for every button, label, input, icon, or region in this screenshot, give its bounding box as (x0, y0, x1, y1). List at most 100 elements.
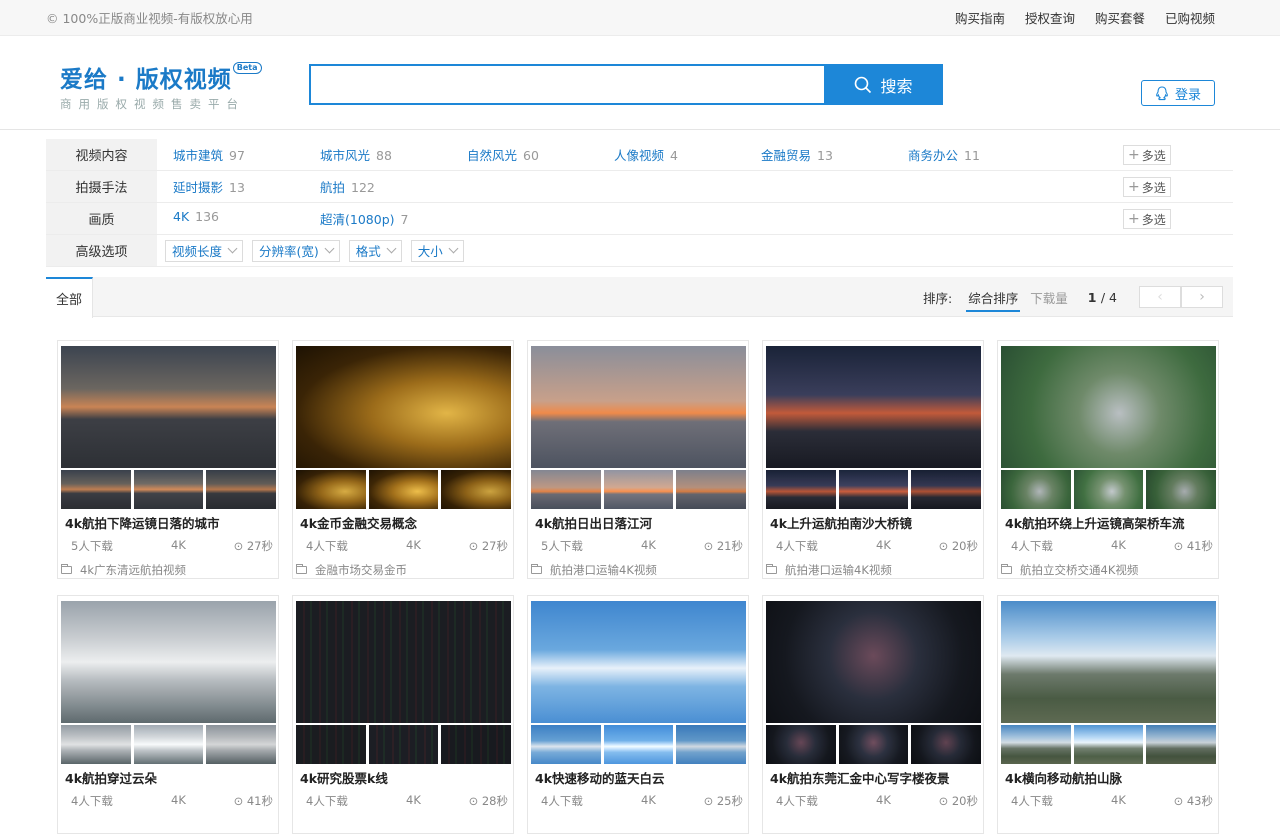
buy-package-link[interactable]: 购买套餐 (1095, 8, 1145, 27)
preview-frame[interactable] (1073, 725, 1144, 764)
sort-comprehensive[interactable]: 综合排序 (966, 282, 1021, 312)
filter-option[interactable]: 超清(1080p) 7 (304, 209, 451, 228)
preview-frame[interactable] (766, 470, 836, 509)
login-button[interactable]: 登录 (1141, 80, 1215, 106)
preview-frame[interactable] (1001, 470, 1071, 509)
preview-frame[interactable] (441, 725, 512, 764)
preview-frame[interactable] (368, 725, 439, 764)
video-title[interactable]: 4k航拍下降运镜日落的城市 (65, 513, 220, 532)
preview-frame[interactable] (676, 470, 747, 509)
video-card[interactable]: 4k航拍东莞汇金中心写字楼夜景 4人下载 4K ⊙ 20秒 (762, 595, 984, 834)
purchased-videos-link[interactable]: 已购视频 (1165, 8, 1215, 27)
size-dropdown[interactable]: 大小 (410, 239, 464, 262)
preview-frame[interactable] (1001, 725, 1071, 764)
video-card[interactable]: 4k上升运航拍南沙大桥镜 4人下载 4K ⊙ 20秒 航拍港口运输4K视频 (762, 340, 984, 579)
preview-frame[interactable] (368, 470, 439, 509)
resolution-dropdown[interactable]: 分辨率(宽) (252, 239, 340, 262)
video-card[interactable]: 4k航拍下降运镜日落的城市 5人下载 4K ⊙ 27秒 4k广东清远航拍视频 (57, 340, 279, 579)
preview-frame[interactable] (133, 470, 204, 509)
preview-frame[interactable] (441, 470, 512, 509)
preview-frame[interactable] (61, 470, 131, 509)
multi-select-button[interactable]: + 多选 (1123, 177, 1171, 197)
preview-frame[interactable] (911, 470, 982, 509)
video-card[interactable]: 4k航拍穿过云朵 4人下载 4K ⊙ 41秒 (57, 595, 279, 834)
preview-frame[interactable] (1073, 470, 1144, 509)
next-page-button[interactable]: › (1181, 286, 1223, 308)
license-query-link[interactable]: 授权查询 (1025, 8, 1075, 27)
quality-label: 4K (641, 538, 656, 552)
tab-all[interactable]: 全部 (46, 277, 93, 318)
preview-frame[interactable] (838, 725, 909, 764)
preview-frame[interactable] (206, 470, 277, 509)
video-card[interactable]: 4k横向移动航拍山脉 4人下载 4K ⊙ 43秒 (997, 595, 1219, 834)
preview-frame[interactable] (603, 470, 674, 509)
filter-option[interactable]: 4K 136 (157, 209, 304, 228)
video-preview[interactable] (61, 601, 276, 723)
video-category[interactable]: 航拍港口运输4K视频 (531, 562, 657, 578)
video-category[interactable]: 航拍港口运输4K视频 (766, 562, 892, 578)
buy-guide-link[interactable]: 购买指南 (955, 8, 1005, 27)
video-preview[interactable] (531, 601, 746, 723)
video-category[interactable]: 4k广东清远航拍视频 (61, 562, 186, 578)
search-input[interactable] (309, 64, 824, 105)
video-card[interactable]: 4k航拍环绕上升运镜高架桥车流 4人下载 4K ⊙ 41秒 航拍立交桥交通4K视… (997, 340, 1219, 579)
filter-option[interactable]: 航拍 122 (304, 177, 451, 196)
video-card[interactable]: 4k快速移动的蓝天白云 4人下载 4K ⊙ 25秒 (527, 595, 749, 834)
video-title[interactable]: 4k横向移动航拍山脉 (1005, 768, 1122, 787)
prev-page-button[interactable]: ‹ (1139, 286, 1181, 308)
preview-frame[interactable] (531, 725, 601, 764)
filter-option[interactable]: 商务办公 11 (892, 145, 1039, 164)
video-preview[interactable] (766, 601, 981, 723)
video-card[interactable]: 4k研究股票k线 4人下载 4K ⊙ 28秒 (292, 595, 514, 834)
video-preview[interactable] (61, 346, 276, 468)
filter-option[interactable]: 城市建筑 97 (157, 145, 304, 164)
preview-frame[interactable] (206, 725, 277, 764)
video-preview[interactable] (296, 601, 511, 723)
multi-select-button[interactable]: + 多选 (1123, 209, 1171, 229)
filter-option[interactable]: 城市风光 88 (304, 145, 451, 164)
video-title[interactable]: 4k金币金融交易概念 (300, 513, 417, 532)
sort-downloads[interactable]: 下载量 (1030, 288, 1068, 307)
preview-frame[interactable] (531, 470, 601, 509)
download-count: 4人下载 (541, 794, 583, 808)
video-title[interactable]: 4k航拍东莞汇金中心写字楼夜景 (770, 768, 950, 787)
preview-frame[interactable] (61, 725, 131, 764)
preview-frame[interactable] (133, 725, 204, 764)
filter-option[interactable]: 金融贸易 13 (745, 145, 892, 164)
video-meta: 4人下载 4K ⊙ 27秒 (306, 538, 508, 554)
duration-dropdown[interactable]: 视频长度 (165, 239, 244, 262)
format-dropdown[interactable]: 格式 (348, 239, 402, 262)
download-count: 4人下载 (306, 539, 348, 553)
search-button[interactable]: 搜索 (824, 64, 943, 105)
video-title[interactable]: 4k上升运航拍南沙大桥镜 (770, 513, 912, 532)
video-title[interactable]: 4k航拍穿过云朵 (65, 768, 157, 787)
preview-frame[interactable] (766, 725, 836, 764)
video-category[interactable]: 航拍立交桥交通4K视频 (1001, 562, 1138, 578)
preview-frame[interactable] (603, 725, 674, 764)
preview-frame[interactable] (1146, 470, 1217, 509)
clock-icon: ⊙ (703, 794, 714, 808)
video-title[interactable]: 4k航拍日出日落江河 (535, 513, 652, 532)
filter-option[interactable]: 自然风光 60 (451, 145, 598, 164)
preview-frame[interactable] (911, 725, 982, 764)
video-preview[interactable] (1001, 601, 1216, 723)
video-preview[interactable] (1001, 346, 1216, 468)
video-preview[interactable] (531, 346, 746, 468)
video-title[interactable]: 4k航拍环绕上升运镜高架桥车流 (1005, 513, 1185, 532)
video-preview[interactable] (296, 346, 511, 468)
video-card[interactable]: 4k航拍日出日落江河 5人下载 4K ⊙ 21秒 航拍港口运输4K视频 (527, 340, 749, 579)
video-title[interactable]: 4k研究股票k线 (300, 768, 388, 787)
filter-option[interactable]: 延时摄影 13 (157, 177, 304, 196)
multi-select-button[interactable]: + 多选 (1123, 145, 1171, 165)
preview-frame[interactable] (676, 725, 747, 764)
video-category[interactable]: 金融市场交易金币 (296, 562, 407, 578)
video-card[interactable]: 4k金币金融交易概念 4人下载 4K ⊙ 27秒 金融市场交易金币 (292, 340, 514, 579)
preview-frame[interactable] (296, 725, 366, 764)
preview-frame[interactable] (838, 470, 909, 509)
preview-frame[interactable] (1146, 725, 1217, 764)
filter-option[interactable]: 人像视频 4 (598, 145, 745, 164)
preview-frame[interactable] (296, 470, 366, 509)
site-logo[interactable]: 爱给 · 版权视频 Beta 商用版权视频售卖平台 (60, 60, 290, 112)
video-title[interactable]: 4k快速移动的蓝天白云 (535, 768, 665, 787)
video-preview[interactable] (766, 346, 981, 468)
